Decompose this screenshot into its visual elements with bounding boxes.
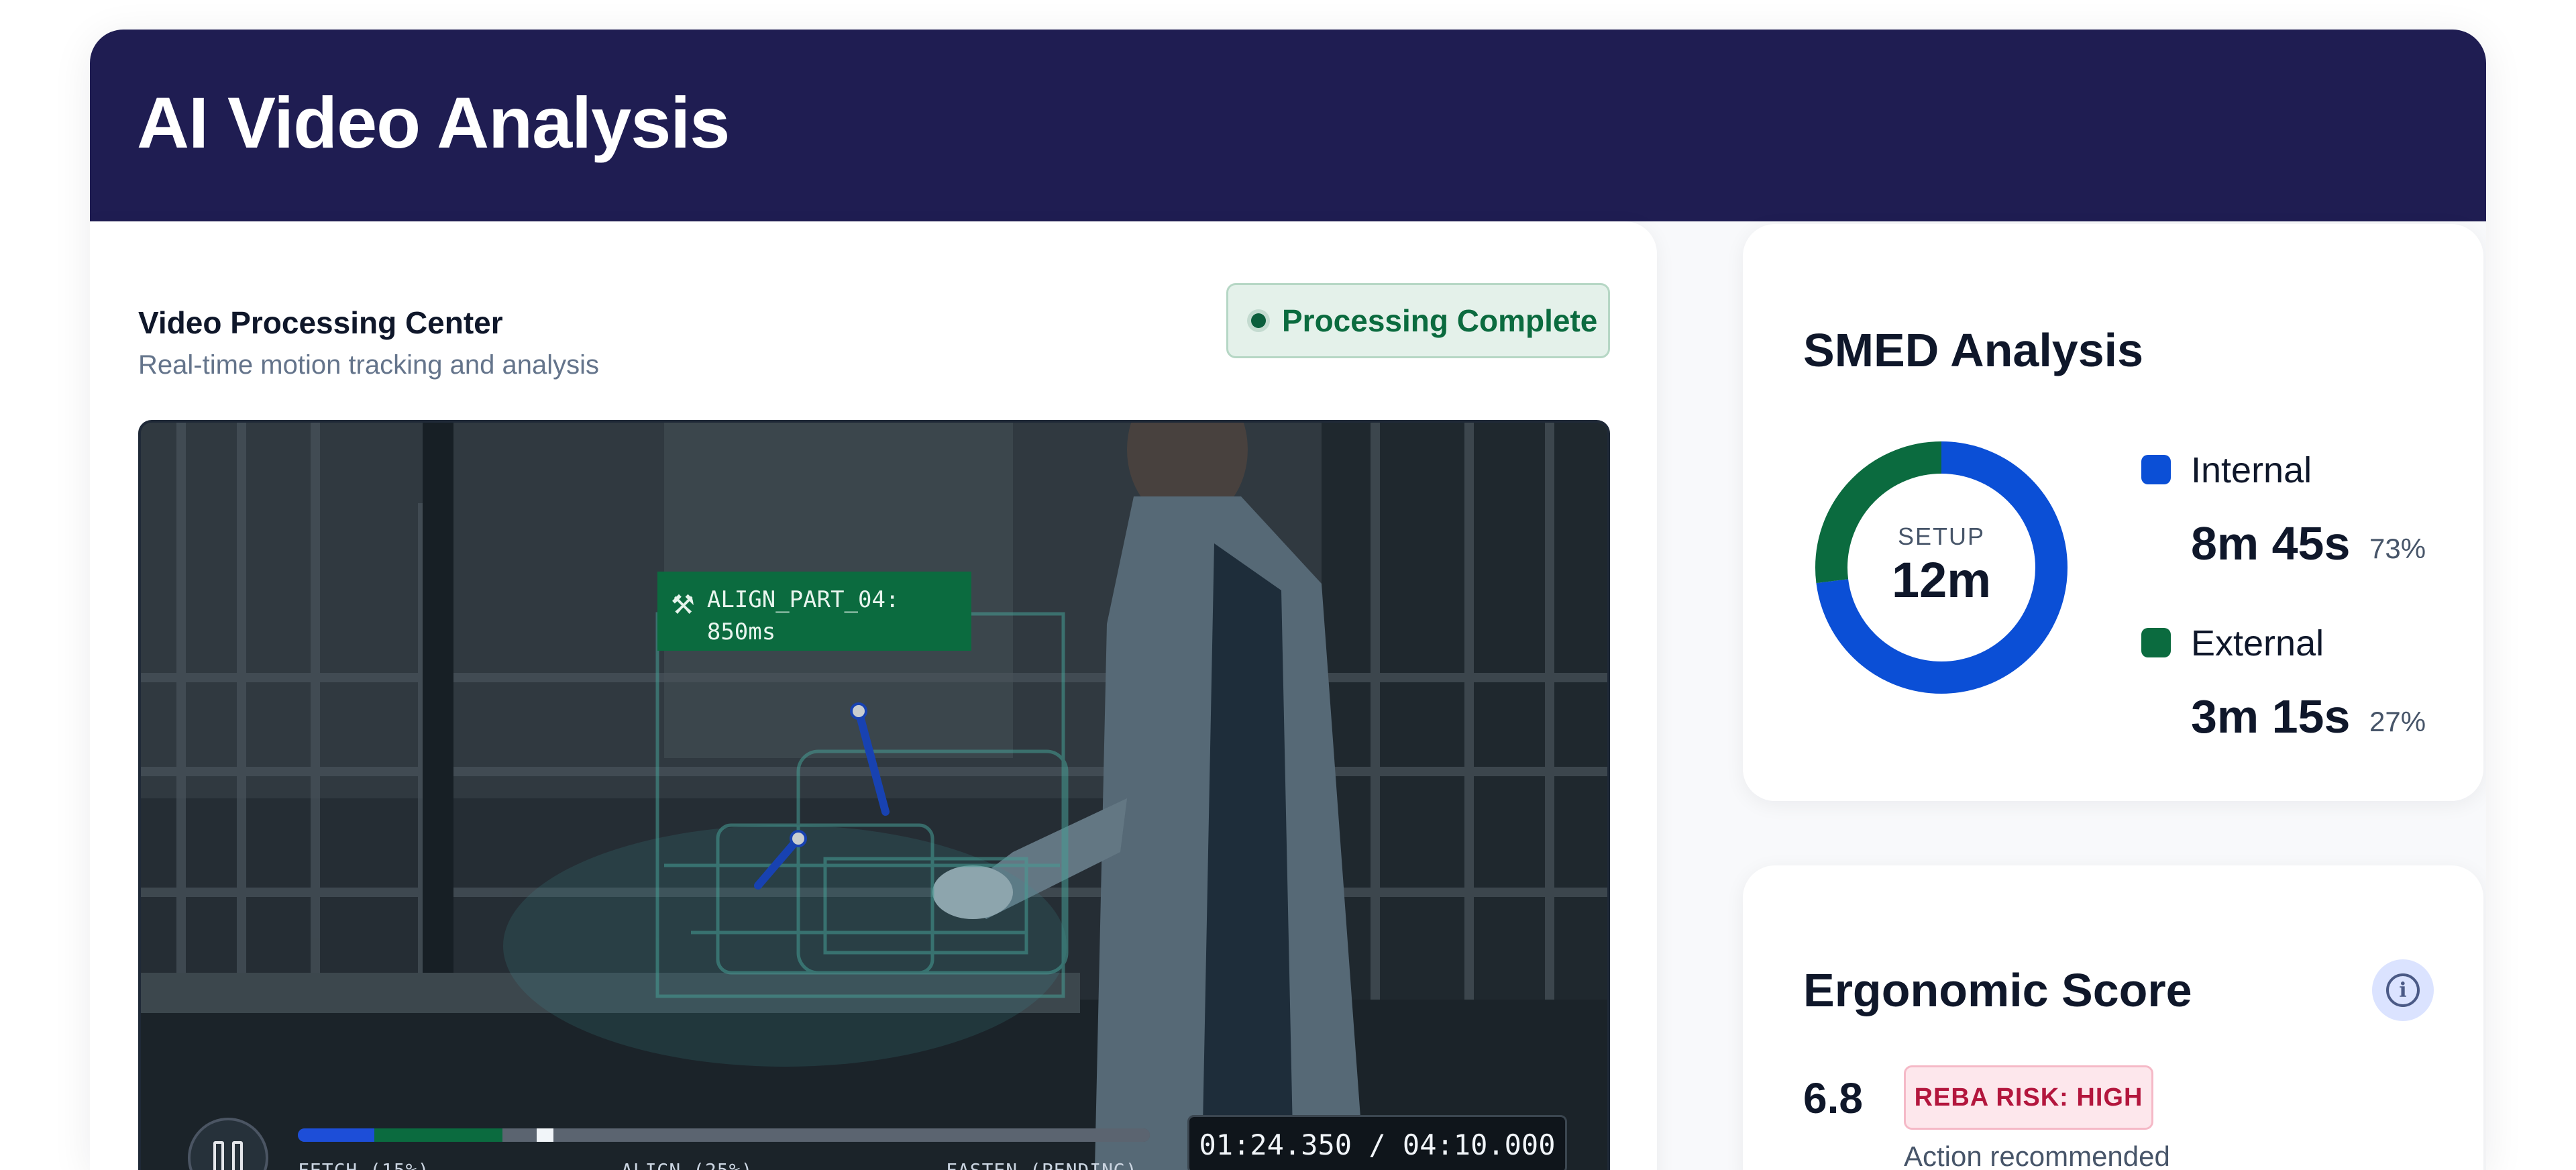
top-header: AI Video Analysis — [90, 30, 2486, 221]
donut-center-value: 12m — [1892, 552, 1991, 608]
page-title: AI Video Analysis — [137, 82, 730, 163]
setup-donut-chart: SETUP 12m — [1815, 441, 2068, 694]
player-controls: FETCH (15%) ALIGN (25%) FASTEN (PENDING)… — [141, 1115, 1607, 1170]
tracking-tag: ⚒ ALIGN_PART_04: 850ms — [657, 572, 971, 651]
status-text: Processing Complete — [1282, 303, 1598, 338]
status-badge: Processing Complete — [1226, 283, 1610, 358]
status-dot-icon — [1251, 313, 1266, 328]
pause-button[interactable] — [188, 1118, 268, 1170]
smed-title: SMED Analysis — [1803, 324, 2144, 376]
card-title: Video Processing Center — [138, 305, 503, 340]
timeline-segment-fetch — [298, 1128, 375, 1142]
timeline-segment-align — [374, 1128, 502, 1142]
smed-analysis-card: SMED Analysis SETUP 12m Internal 8m 45s … — [1743, 224, 2483, 801]
tracking-tag-text: ALIGN_PART_04: 850ms — [706, 586, 900, 645]
info-button[interactable]: i — [2372, 959, 2434, 1021]
video-frame — [141, 423, 1607, 1170]
legend-external-label: External — [2191, 623, 2324, 663]
timeline-scrubber[interactable] — [298, 1128, 1150, 1142]
legend-external-value: 3m 15s — [2191, 690, 2351, 743]
app-shell: AI Video Analysis Video Processing Cente… — [90, 30, 2486, 1170]
info-icon: i — [2386, 973, 2420, 1007]
timeline-segment-fasten — [502, 1128, 1150, 1142]
pause-icon — [232, 1141, 243, 1170]
legend-internal-pct: 73% — [2369, 533, 2426, 564]
risk-note: Action recommended — [1904, 1140, 2170, 1170]
video-processing-card: Video Processing Center Real-time motion… — [90, 221, 1657, 1170]
segment-label-fasten: FASTEN (PENDING) — [946, 1159, 1138, 1170]
timecode-display: 01:24.350 / 04:10.000 — [1187, 1115, 1567, 1170]
risk-badge: REBA RISK: HIGH — [1904, 1065, 2153, 1130]
ergonomic-title: Ergonomic Score — [1803, 964, 2192, 1016]
card-subtitle: Real-time motion tracking and analysis — [138, 350, 599, 380]
ergonomic-score-value: 6.8 — [1803, 1074, 1863, 1122]
video-player[interactable]: ⚒ ALIGN_PART_04: 850ms FETCH (15%) ALIGN… — [138, 420, 1610, 1170]
segment-label-fetch: FETCH (15%) — [298, 1159, 429, 1170]
legend-internal-label: Internal — [2191, 450, 2312, 490]
legend-internal-value: 8m 45s — [2191, 517, 2351, 570]
segment-label-align: ALIGN (25%) — [621, 1159, 753, 1170]
playhead-handle[interactable] — [536, 1128, 553, 1142]
pause-icon — [213, 1141, 224, 1170]
external-swatch-icon — [2141, 628, 2171, 657]
donut-center-label: SETUP — [1898, 523, 1985, 550]
legend-external-pct: 27% — [2369, 706, 2426, 737]
robot-arm-icon: ⚒ — [671, 590, 695, 620]
internal-swatch-icon — [2141, 455, 2171, 484]
ergonomic-score-card: Ergonomic Score i 6.8 REBA RISK: HIGH Ac… — [1743, 865, 2483, 1170]
